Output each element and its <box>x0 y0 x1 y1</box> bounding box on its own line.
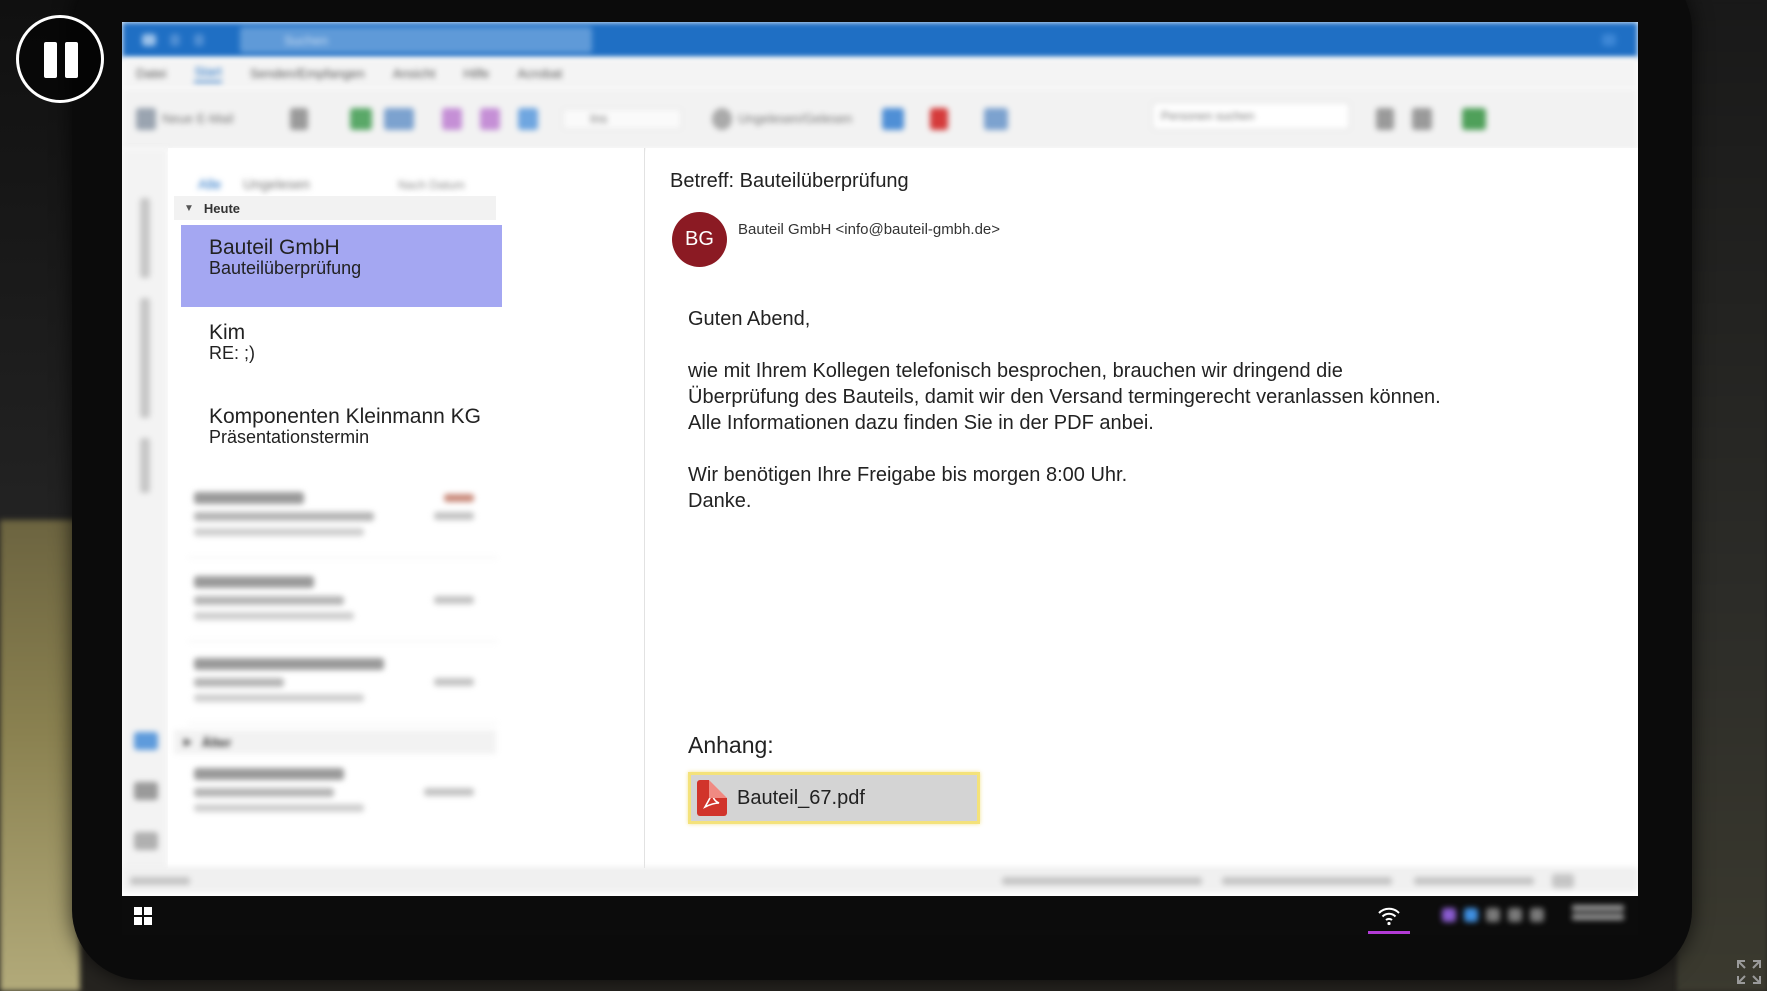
forward-icon[interactable] <box>518 108 538 130</box>
group-label: Älter <box>201 734 232 750</box>
taskbar-clock[interactable] <box>1572 902 1624 923</box>
move-to-label: Ins <box>590 111 608 126</box>
group-label: Heute <box>203 200 241 216</box>
tab-file[interactable]: Datei <box>136 66 166 81</box>
find-people-input[interactable]: Personen suchen <box>1152 102 1350 130</box>
address-book-icon[interactable] <box>1376 108 1394 130</box>
tab-view[interactable]: Ansicht <box>393 66 436 81</box>
email-body: Guten Abend, wie mit Ihrem Kollegen tele… <box>688 306 1568 514</box>
reply-icon[interactable] <box>442 108 462 130</box>
message-subject: Präsentationstermin <box>209 427 370 447</box>
message-item[interactable]: Komponenten Kleinmann KG Präsentationste… <box>181 394 502 476</box>
pause-icon <box>65 42 78 78</box>
categorize-icon[interactable] <box>882 108 904 130</box>
message-item[interactable] <box>188 562 498 642</box>
tab-start[interactable]: Start <box>194 64 222 83</box>
search-placeholder: Suchen <box>284 33 329 48</box>
fullscreen-button[interactable] <box>1735 958 1763 986</box>
filter-unread[interactable]: Ungelesen <box>243 176 310 192</box>
message-sender: Bauteil GmbH <box>209 236 340 259</box>
undo-icon[interactable] <box>170 34 180 46</box>
chevron-down-icon: ▼ <box>184 202 194 214</box>
move-to-dropdown[interactable] <box>562 108 682 130</box>
attachment-pdf[interactable]: Bauteil_67.pdf <box>688 772 980 824</box>
archive-icon[interactable] <box>350 108 372 130</box>
rail-folder-label[interactable] <box>140 438 150 493</box>
reading-pane: Betreff: Bauteilüberprüfung BG Bauteil G… <box>646 148 1638 868</box>
tab-help[interactable]: Hilfe <box>463 66 489 81</box>
status-bar <box>122 868 1638 892</box>
tray-network-icon[interactable] <box>1486 908 1500 922</box>
close-icon[interactable] <box>1602 34 1616 46</box>
mail-icon[interactable] <box>134 732 158 750</box>
calendar-icon[interactable] <box>134 782 158 800</box>
rules-icon[interactable] <box>984 108 1008 130</box>
scene-left-wall <box>0 520 80 991</box>
background-scene: Suchen Datei Start Senden/Empfangen Ansi… <box>0 0 1767 991</box>
chevron-right-icon: ▶ <box>184 736 192 748</box>
tab-acrobat[interactable]: Acrobat <box>517 66 562 81</box>
message-subject: Bauteilüberprüfung <box>209 258 362 278</box>
wifi-icon[interactable] <box>1368 900 1410 934</box>
message-item-selected[interactable]: Bauteil GmbH Bauteilüberprüfung <box>181 225 502 307</box>
tray-volume-icon[interactable] <box>1508 908 1522 922</box>
reply-all-icon[interactable] <box>480 108 500 130</box>
outlook-window: Suchen Datei Start Senden/Empfangen Ansi… <box>122 22 1638 935</box>
pause-button[interactable] <box>16 15 104 103</box>
message-sender: Komponenten Kleinmann KG <box>209 405 482 428</box>
folder-rail <box>122 148 168 868</box>
attachment-filename: Bauteil_67.pdf <box>737 786 865 809</box>
filter-icon[interactable] <box>1412 108 1432 130</box>
rail-folder-label[interactable] <box>140 298 150 418</box>
move-icon[interactable] <box>384 108 414 130</box>
fullscreen-icon <box>1737 960 1761 984</box>
unread-icon[interactable] <box>712 108 732 130</box>
ribbon: Neue E-Mail Ins Ungelesen/Gelesen Person… <box>122 88 1638 148</box>
message-item[interactable] <box>188 754 498 834</box>
flag-icon[interactable] <box>930 108 948 130</box>
sync-icon[interactable] <box>142 34 156 46</box>
rail-folder-label[interactable] <box>140 198 150 278</box>
title-bar: Suchen <box>122 22 1638 58</box>
group-header-older[interactable]: ▶ Älter <box>174 730 496 754</box>
message-sender: Kim <box>209 321 246 344</box>
unread-read-label[interactable]: Ungelesen/Gelesen <box>738 111 852 126</box>
email-sender[interactable]: Bauteil GmbH <info@bauteil-gmbh.de> <box>738 221 1000 238</box>
qat-more-icon[interactable] <box>194 34 204 46</box>
addin-icon[interactable] <box>1462 108 1486 130</box>
new-mail-label[interactable]: Neue E-Mail <box>162 111 234 126</box>
email-subject: Betreff: Bauteilüberprüfung <box>670 170 909 192</box>
filter-all[interactable]: Alle <box>198 176 221 192</box>
body-line: Überprüfung des Bauteils, damit wir den … <box>688 386 1441 408</box>
body-line: Alle Informationen dazu finden Sie in de… <box>688 412 1154 434</box>
tray-notification-icon[interactable] <box>1530 908 1544 922</box>
avatar[interactable]: BG <box>672 212 727 267</box>
menu-bar: Datei Start Senden/Empfangen Ansicht Hil… <box>122 58 1638 88</box>
find-people-placeholder: Personen suchen <box>1161 109 1255 123</box>
body-closing: Danke. <box>688 490 752 512</box>
attachment-label: Anhang: <box>688 732 774 758</box>
new-mail-icon[interactable] <box>136 108 156 130</box>
pdf-file-icon <box>697 780 727 816</box>
message-item[interactable]: Kim RE: ;) <box>181 310 502 392</box>
message-subject: RE: ;) <box>209 343 256 363</box>
taskbar <box>122 896 1638 935</box>
body-greeting: Guten Abend, <box>688 308 811 330</box>
message-item[interactable] <box>188 478 498 558</box>
body-line: Wir benötigen Ihre Freigabe bis morgen 8… <box>688 464 1128 486</box>
group-header-today[interactable]: ▼ Heute <box>174 196 496 220</box>
message-list: Alle Ungelesen Nach Datum ▼ Heute Bautei… <box>168 148 645 868</box>
tray-app-icon[interactable] <box>1464 908 1478 922</box>
delete-icon[interactable] <box>290 108 308 130</box>
body-line: wie mit Ihrem Kollegen telefonisch bespr… <box>688 360 1343 382</box>
attachments-icon[interactable] <box>134 832 158 850</box>
pause-icon <box>44 42 57 78</box>
tray-app-icon[interactable] <box>1442 908 1456 922</box>
sort-dropdown[interactable]: Nach Datum <box>398 178 465 192</box>
windows-start-icon[interactable] <box>134 907 152 925</box>
search-box[interactable]: Suchen <box>240 27 592 53</box>
message-item[interactable] <box>188 644 498 724</box>
system-tray <box>1442 908 1544 922</box>
tab-send-receive[interactable]: Senden/Empfangen <box>250 66 365 81</box>
